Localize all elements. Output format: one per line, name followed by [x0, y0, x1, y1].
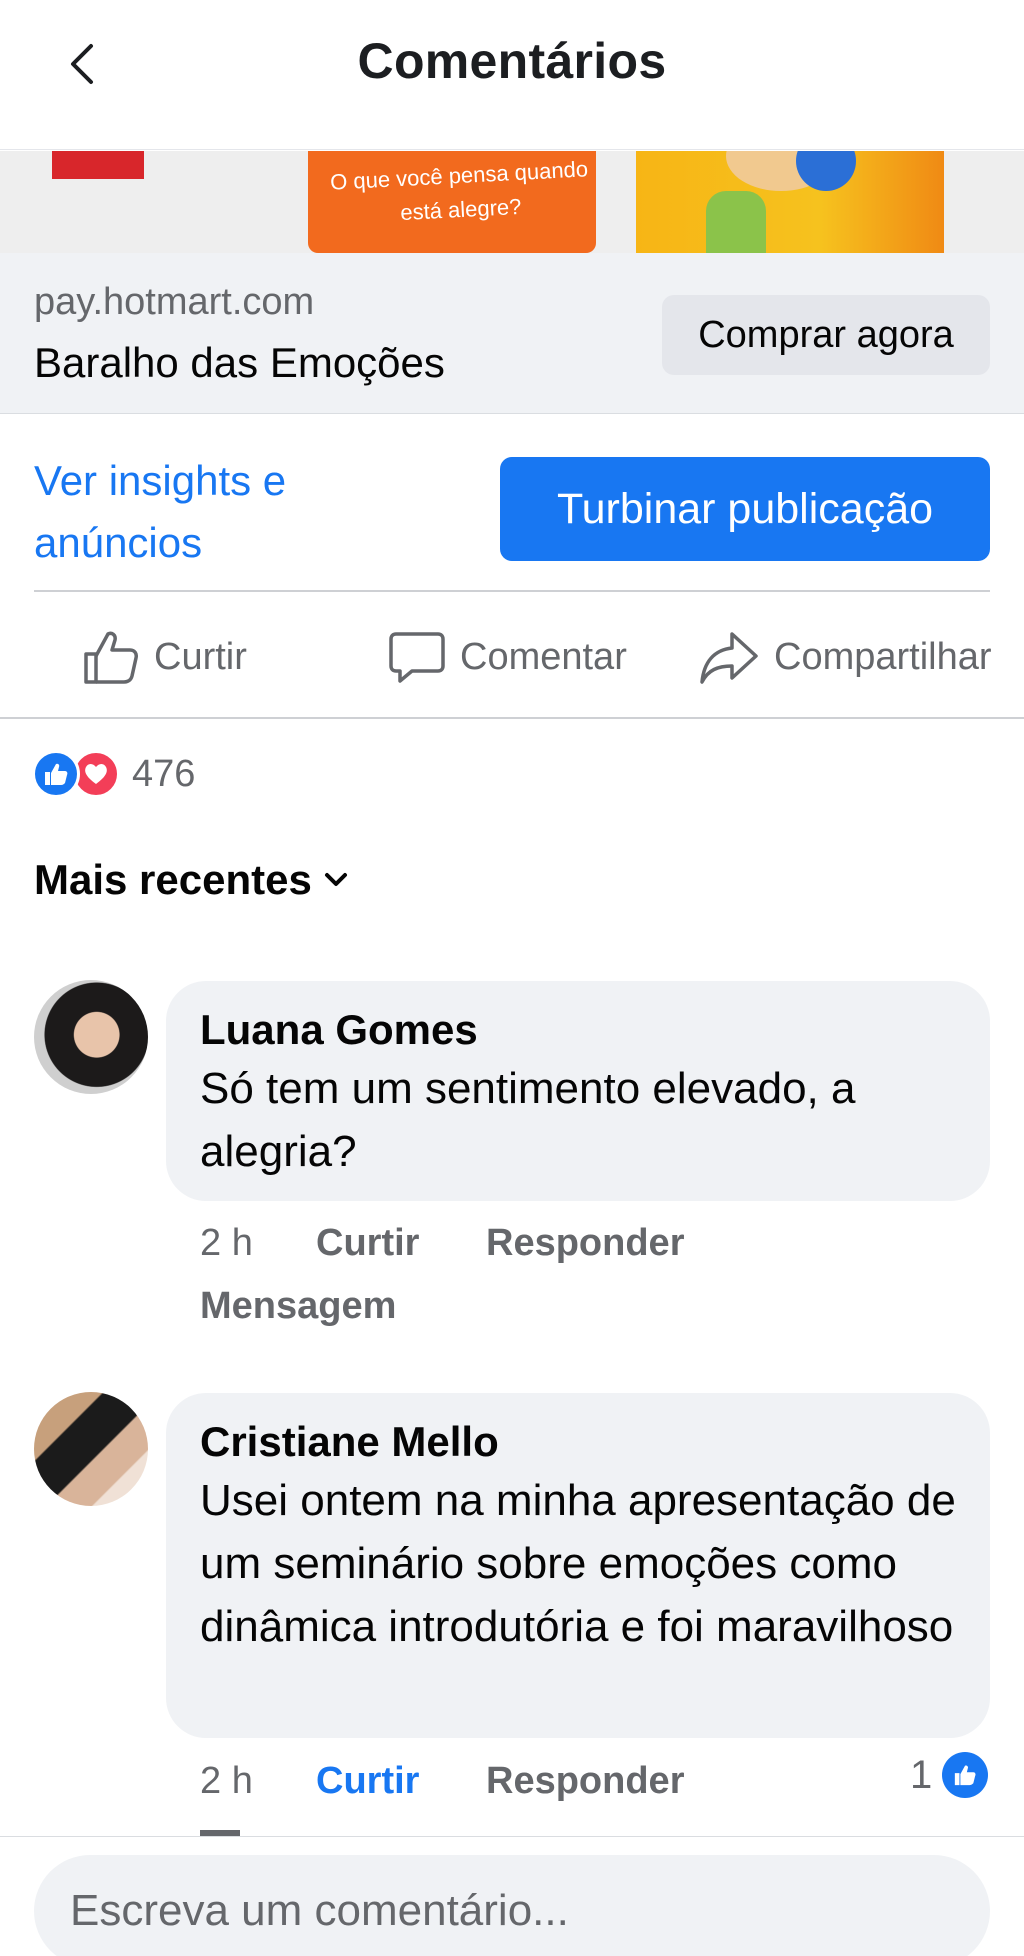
chevron-down-icon — [324, 873, 347, 886]
comment-like-button[interactable]: Curtir — [316, 1222, 419, 1265]
comment-message-button[interactable]: Mensagem — [200, 1285, 396, 1328]
like-button[interactable]: Curtir — [82, 622, 247, 692]
card-caption: O que você pensa quando está alegre? — [329, 156, 589, 226]
share-label: Compartilhar — [774, 635, 992, 678]
view-insights-link[interactable]: Ver insights e anúncios — [34, 450, 394, 574]
link-title: Baralho das Emoções — [34, 339, 445, 386]
red-card-graphic — [52, 151, 144, 179]
comment-like-count[interactable]: 1 — [910, 1752, 989, 1798]
comment-composer-bar: Escreva um comentário... — [0, 1836, 1024, 1956]
thumbs-up-icon — [84, 631, 138, 684]
comment-bubble[interactable]: Cristiane Mello Usei ontem na minha apre… — [166, 1393, 990, 1738]
like-reaction-icon — [32, 750, 80, 798]
link-preview-bar[interactable]: pay.hotmart.com Baralho das Emoções Comp… — [0, 253, 1024, 414]
reactions-summary[interactable]: 476 — [32, 748, 195, 800]
character-card-graphic — [636, 151, 944, 253]
boost-post-button[interactable]: Turbinar publicação — [500, 457, 990, 561]
comment-label: Comentar — [460, 635, 627, 678]
comment-author[interactable]: Luana Gomes — [200, 1003, 956, 1057]
reaction-count: 476 — [132, 752, 196, 795]
comment-author[interactable]: Cristiane Mello — [200, 1415, 956, 1469]
speech-bubble-icon — [389, 632, 445, 683]
comment-like-number: 1 — [910, 1752, 933, 1797]
share-button[interactable]: Compartilhar — [698, 622, 992, 692]
page-title: Comentários — [357, 33, 667, 89]
sort-label: Mais recentes — [34, 856, 312, 903]
share-arrow-icon — [700, 632, 758, 684]
comment-text: Usei ontem na minha apresentação de um s… — [200, 1476, 956, 1651]
buy-now-button[interactable]: Comprar agora — [662, 295, 990, 375]
comment-input[interactable]: Escreva um comentário... — [34, 1855, 990, 1956]
comment-timestamp: 2 h — [200, 1222, 253, 1264]
comment-bubble[interactable]: Luana Gomes Só tem um sentimento elevado… — [166, 981, 990, 1201]
sort-dropdown[interactable]: Mais recentes — [34, 856, 348, 904]
comment-reply-button[interactable]: Responder — [486, 1760, 684, 1803]
comment-reply-button[interactable]: Responder — [486, 1222, 684, 1265]
divider — [0, 717, 1024, 719]
comment-button[interactable]: Comentar — [388, 622, 627, 692]
link-preview-image[interactable]: O que você pensa quando está alegre? — [0, 151, 1024, 253]
link-domain: pay.hotmart.com — [34, 281, 315, 323]
avatar[interactable] — [34, 1392, 148, 1506]
like-label: Curtir — [154, 635, 247, 678]
top-bar: Comentários — [0, 0, 1024, 150]
comment-timestamp: 2 h — [200, 1760, 253, 1802]
comment-text: Só tem um sentimento elevado, a alegria? — [200, 1064, 856, 1176]
avatar[interactable] — [34, 980, 148, 1094]
comment-like-button[interactable]: Curtir — [316, 1760, 419, 1803]
divider — [34, 590, 990, 592]
like-reaction-icon — [942, 1752, 989, 1798]
